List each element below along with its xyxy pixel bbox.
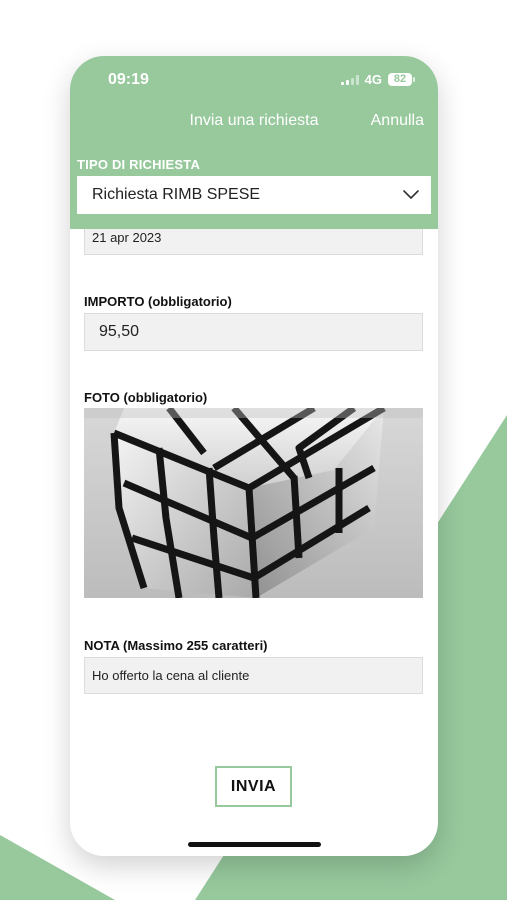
status-time: 09:19	[108, 71, 149, 88]
cancel-button[interactable]: Annulla	[371, 112, 424, 130]
request-type-label: TIPO DI RICHIESTA	[77, 157, 201, 172]
phone-screen: 09:19 4G 82 Invia una richiesta Annulla …	[70, 56, 438, 856]
photo-preview[interactable]	[84, 408, 423, 598]
battery-icon: 82	[388, 73, 415, 86]
note-label: NOTA (Massimo 255 caratteri)	[84, 638, 268, 653]
request-type-select[interactable]: Richiesta RIMB SPESE	[77, 176, 431, 214]
home-indicator	[188, 842, 321, 847]
cube-photo	[84, 408, 423, 598]
network-label: 4G	[364, 72, 382, 87]
status-indicators: 4G 82	[340, 72, 415, 87]
note-textarea[interactable]: Ho offerto la cena al cliente	[84, 657, 423, 694]
amount-input[interactable]: 95,50	[84, 313, 423, 351]
submit-button[interactable]: INVIA	[215, 766, 292, 807]
photo-label: FOTO (obbligatorio)	[84, 390, 208, 405]
signal-icon	[340, 74, 359, 85]
request-type-value: Richiesta RIMB SPESE	[92, 186, 261, 203]
date-field[interactable]: 21 apr 2023	[84, 229, 423, 255]
note-value: Ho offerto la cena al cliente	[92, 668, 250, 683]
date-value: 21 apr 2023	[92, 230, 162, 245]
amount-value: 95,50	[99, 323, 140, 340]
amount-label: IMPORTO (obbligatorio)	[84, 294, 232, 309]
chevron-down-icon	[403, 190, 419, 199]
app-header: 09:19 4G 82 Invia una richiesta Annulla …	[70, 56, 438, 229]
